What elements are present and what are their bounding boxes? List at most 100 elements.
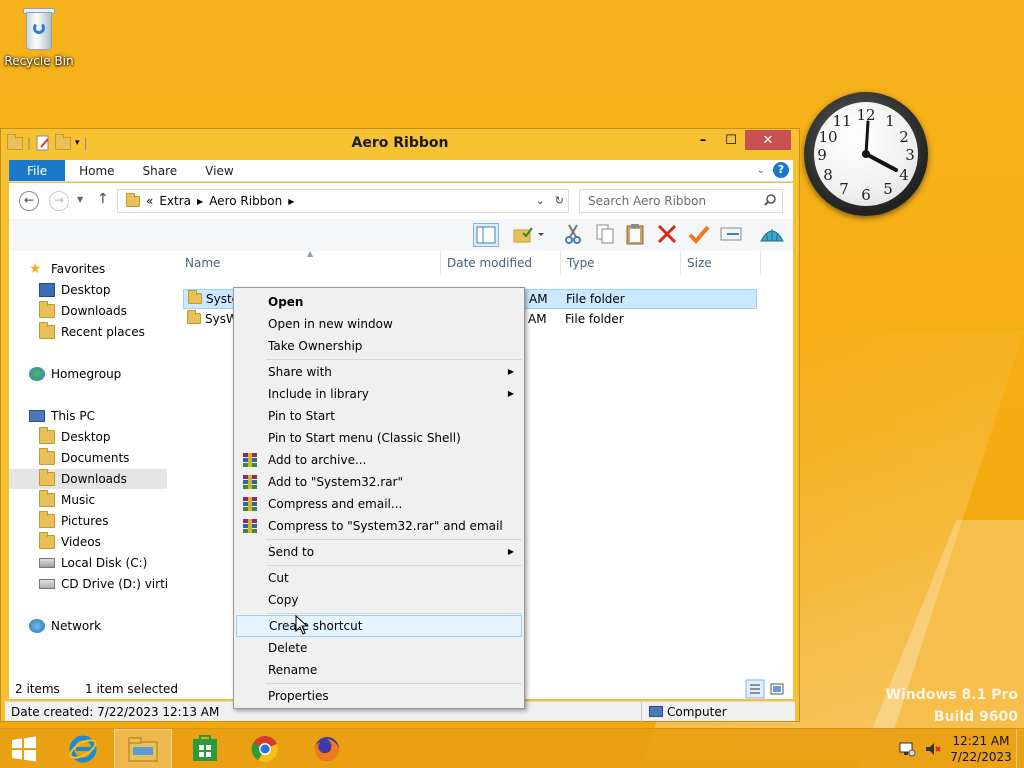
column-header-date-modified[interactable]: Date modified <box>441 251 561 275</box>
checkmark-icon[interactable] <box>687 223 713 247</box>
taskbar-store[interactable] <box>176 729 234 768</box>
taskbar: 12:21 AM 7/22/2023 <box>0 728 1024 768</box>
copy-icon[interactable] <box>593 223 619 247</box>
menu-separator <box>266 613 522 614</box>
tab-file[interactable]: File <box>9 160 66 181</box>
watermark-build: Build 9600 <box>933 709 1018 725</box>
shell-icon[interactable] <box>759 223 785 247</box>
menu-item-add-to-rar[interactable]: Add to "System32.rar" <box>236 471 522 493</box>
taskbar-internet-explorer[interactable] <box>54 729 112 768</box>
column-header-type[interactable]: Type <box>561 251 681 275</box>
nav-item-cd-drive[interactable]: CD Drive (D:) virtio-v <box>9 574 167 594</box>
nav-item-documents[interactable]: Documents <box>9 448 167 468</box>
clock-date: 7/22/2023 <box>950 750 1012 764</box>
recycle-bin-desktop-icon[interactable]: Recycle Bin <box>4 6 74 68</box>
context-menu: Open Open in new window Take Ownership S… <box>233 287 525 709</box>
details-view-icon[interactable] <box>745 679 765 699</box>
navigation-pane[interactable]: ★ Favorites Desktop Downloads Recent pla… <box>9 251 167 679</box>
tab-view[interactable]: View <box>191 160 247 181</box>
tab-home[interactable]: Home <box>65 160 128 181</box>
network-status-icon[interactable] <box>898 740 916 758</box>
refresh-icon[interactable]: ↻ <box>555 194 564 207</box>
search-icon[interactable] <box>764 194 776 206</box>
forward-button[interactable]: → <box>49 191 69 211</box>
back-button[interactable]: ← <box>19 191 39 211</box>
expand-ribbon-icon[interactable]: ⌄ <box>757 165 765 176</box>
address-bar[interactable]: « Extra ▶ Aero Ribbon ▶ ⌄ ↻ <box>117 189 569 213</box>
file-date: AM <box>529 292 548 306</box>
nav-item-music[interactable]: Music <box>9 490 167 510</box>
breadcrumb-extra[interactable]: Extra <box>159 194 191 208</box>
volume-muted-icon[interactable] <box>924 740 942 758</box>
file-type: File folder <box>565 312 624 326</box>
taskbar-file-explorer[interactable] <box>114 729 172 768</box>
menu-item-properties[interactable]: Properties <box>236 685 522 707</box>
chevron-down-icon[interactable]: ⌄ <box>536 194 545 207</box>
clock-gadget[interactable]: 12 1 2 3 4 5 6 7 8 9 10 11 <box>804 92 928 216</box>
help-icon[interactable]: ? <box>773 162 789 178</box>
taskbar-firefox[interactable] <box>298 729 356 768</box>
menu-item-compress-rar-email[interactable]: Compress to "System32.rar" and email <box>236 515 522 537</box>
menu-item-copy[interactable]: Copy <box>236 589 522 611</box>
chevron-right-icon[interactable]: ▶ <box>197 197 203 206</box>
nav-item-desktop[interactable]: Desktop <box>9 280 167 300</box>
close-button[interactable]: ✕ <box>745 130 791 150</box>
nav-item-pc-desktop[interactable]: Desktop <box>9 427 167 447</box>
search-input[interactable]: Search Aero Ribbon <box>579 189 783 213</box>
menu-item-open-new-window[interactable]: Open in new window <box>236 313 522 335</box>
chevron-right-icon[interactable]: ▶ <box>288 197 294 206</box>
nav-item-downloads[interactable]: Downloads <box>9 301 167 321</box>
nav-item-videos[interactable]: Videos <box>9 532 167 552</box>
winrar-icon <box>243 453 257 467</box>
cut-icon[interactable] <box>561 223 587 247</box>
folder-options-icon[interactable] <box>511 223 544 247</box>
nav-item-favorites[interactable]: ★ Favorites <box>9 259 167 279</box>
nav-item-homegroup[interactable]: Homegroup <box>9 364 167 384</box>
menu-item-add-to-archive[interactable]: Add to archive... <box>236 449 522 471</box>
up-arrow-icon[interactable]: ↑ <box>97 191 109 207</box>
minimize-button[interactable]: – <box>689 130 717 150</box>
nav-item-network[interactable]: Network <box>9 616 167 636</box>
menu-item-create-shortcut[interactable]: Create shortcut <box>236 615 522 637</box>
taskbar-clock[interactable]: 12:21 AM 7/22/2023 <box>946 733 1016 765</box>
nav-item-pictures[interactable]: Pictures <box>9 511 167 531</box>
breadcrumb-aero-ribbon[interactable]: Aero Ribbon <box>209 194 282 208</box>
menu-item-send-to[interactable]: Send to ▶ <box>236 541 522 563</box>
menu-item-take-ownership[interactable]: Take Ownership <box>236 335 522 357</box>
menu-item-open[interactable]: Open <box>236 291 522 313</box>
menu-item-include-in-library[interactable]: Include in library ▶ <box>236 383 522 405</box>
aero-toolbar <box>9 219 793 251</box>
star-icon: ★ <box>29 261 42 277</box>
column-header-size[interactable]: Size <box>681 251 761 275</box>
nav-item-local-disk[interactable]: Local Disk (C:) <box>9 553 167 573</box>
show-desktop-button[interactable] <box>1016 729 1024 768</box>
menu-item-rename[interactable]: Rename <box>236 659 522 681</box>
menu-item-pin-to-start[interactable]: Pin to Start <box>236 405 522 427</box>
maximize-button[interactable]: ☐ <box>717 130 745 150</box>
preview-pane-icon[interactable] <box>473 223 499 247</box>
title-bar[interactable]: | ▾ | Aero Ribbon – ☐ ✕ <box>1 129 799 159</box>
breadcrumb-overflow[interactable]: « <box>146 194 153 208</box>
delete-icon[interactable] <box>655 223 681 247</box>
recent-locations-icon[interactable]: ▼ <box>77 195 83 204</box>
tab-share[interactable]: Share <box>129 160 192 181</box>
paste-icon[interactable] <box>623 223 649 247</box>
properties-pane-icon[interactable] <box>719 223 745 247</box>
nav-item-pc-downloads[interactable]: Downloads <box>9 469 167 489</box>
menu-item-delete[interactable]: Delete <box>236 637 522 659</box>
menu-item-share-with[interactable]: Share with ▶ <box>236 361 522 383</box>
menu-item-compress-email[interactable]: Compress and email... <box>236 493 522 515</box>
start-button[interactable] <box>0 729 48 768</box>
menu-item-cut[interactable]: Cut <box>236 567 522 589</box>
watermark-edition: Windows 8.1 Pro <box>885 687 1018 703</box>
computer-icon <box>29 410 45 422</box>
taskbar-chrome[interactable] <box>236 729 294 768</box>
large-icons-view-icon[interactable] <box>769 681 785 697</box>
menu-item-pin-classic-shell[interactable]: Pin to Start menu (Classic Shell) <box>236 427 522 449</box>
internet-explorer-icon <box>69 735 97 763</box>
location-label: Computer <box>667 705 727 719</box>
clock-hands-icon <box>862 120 898 172</box>
nav-item-this-pc[interactable]: This PC <box>9 406 167 426</box>
nav-item-recent-places[interactable]: Recent places <box>9 322 167 342</box>
column-header-name[interactable]: Name <box>179 251 441 275</box>
